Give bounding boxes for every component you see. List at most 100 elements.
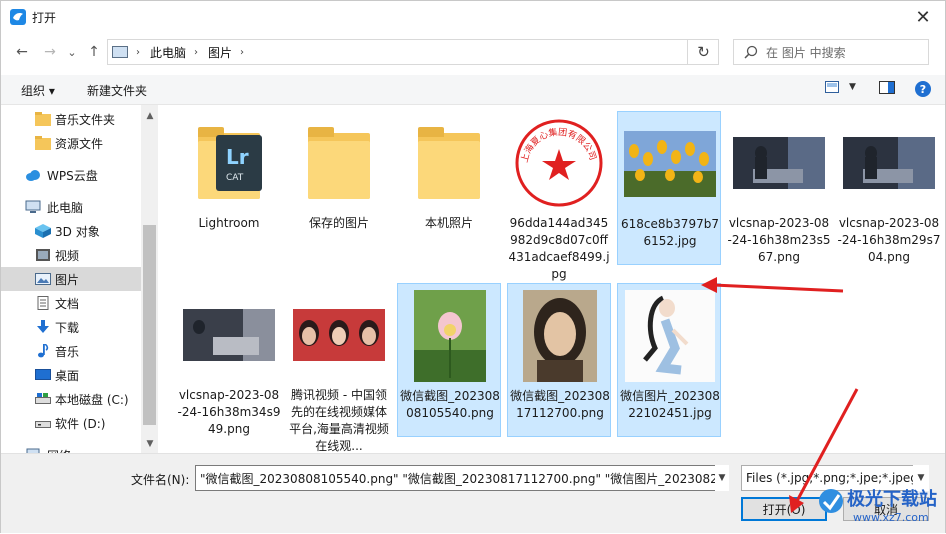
file-item-stamp-image[interactable]: 上海夏心集团有限公司 96dda144ad345982d9c8d07c0ff43… [507, 111, 611, 281]
new-folder-button[interactable]: 新建文件夹 [87, 82, 147, 99]
sidebar-item-desktop[interactable]: 桌面 [1, 363, 141, 387]
sidebar-item-label: 文档 [55, 296, 80, 311]
file-item-vlcsnap-3[interactable]: vlcsnap-2023-08-24-16h38m34s949.png [177, 283, 281, 437]
breadcrumb-pictures[interactable]: 图片 [208, 44, 232, 61]
file-item-tencent-video[interactable]: 腾讯视频 - 中国领先的在线视频媒体平台,海量高清视频在线观... [287, 283, 391, 453]
filename-value: "微信截图_20230808105540.png" "微信截图_20230817… [200, 471, 729, 486]
folder-icon [35, 112, 51, 126]
filename-dropdown-icon[interactable]: ▼ [715, 465, 729, 491]
breadcrumb-this-pc[interactable]: 此电脑 [150, 44, 186, 61]
sidebar-item-music[interactable]: 音乐 [1, 339, 141, 363]
sidebar-item-resource-files[interactable]: 资源文件 [1, 131, 141, 155]
navigation-pane: 音乐文件夹 资源文件 WPS云盘 此电脑 3D 对象 视频 图片 文档 下载 音… [1, 105, 159, 453]
image-thumbnail [839, 115, 939, 211]
desktop-icon [35, 369, 51, 380]
chevron-right-icon: › [194, 46, 199, 58]
file-item-tulips[interactable]: 618ce8b3797b76152.jpg [617, 111, 721, 265]
sidebar-item-label: 资源文件 [55, 136, 104, 151]
video-frame-image [843, 137, 935, 189]
drive-icon [35, 393, 51, 404]
sidebar-item-label: 下载 [55, 320, 80, 335]
search-placeholder: 在 图片 中搜索 [766, 45, 846, 60]
organize-menu[interactable]: 组织 ▾ [21, 82, 55, 99]
scroll-down-arrow-icon[interactable]: ▼ [144, 437, 156, 451]
folder-thumbnail [289, 115, 389, 211]
view-options-button[interactable]: ▼ [825, 81, 856, 93]
sidebar-item-this-pc[interactable]: 此电脑 [1, 195, 141, 219]
image-thumbnail [620, 288, 720, 384]
file-name: 微信截图_20230808105540.png [400, 389, 500, 420]
view-icon [825, 81, 839, 93]
tulips-image [624, 131, 716, 197]
video-icon [36, 249, 50, 261]
preview-pane-icon [879, 81, 895, 94]
open-file-dialog: 打开 ✕ ← → ⌄ ↑ › 此电脑 › 图片 › ↻ 在 图片 中搜索 组织 … [0, 0, 946, 533]
sidebar-item-label: 音乐文件夹 [55, 112, 116, 127]
file-item-camera-roll[interactable]: 本机照片 [397, 111, 501, 265]
video-frame-image [293, 309, 385, 361]
sidebar-item-label: 本地磁盘 (C:) [55, 392, 129, 407]
music-icon [38, 344, 49, 358]
file-item-vlcsnap-1[interactable]: vlcsnap-2023-08-24-16h38m23s567.png [727, 111, 831, 265]
sidebar-item-pictures[interactable]: 图片 [1, 267, 141, 291]
image-thumbnail [289, 287, 389, 383]
command-toolbar: 组织 ▾ 新建文件夹 ▼ ? [1, 75, 945, 105]
sidebar-item-label: 此电脑 [47, 200, 84, 215]
sidebar-item-wps-cloud[interactable]: WPS云盘 [1, 163, 141, 187]
chevron-right-icon: › [240, 46, 245, 58]
lotus-image [414, 290, 486, 382]
filename-input[interactable]: "微信截图_20230808105540.png" "微信截图_20230817… [195, 465, 729, 491]
sidebar-item-downloads[interactable]: 下载 [1, 315, 141, 339]
back-button[interactable]: ← [11, 41, 33, 63]
sidebar-item-label: 软件 (D:) [55, 416, 106, 431]
scrollbar-thumb[interactable] [143, 225, 156, 425]
sidebar-item-documents[interactable]: 文档 [1, 291, 141, 315]
sidebar-item-music-folder[interactable]: 音乐文件夹 [1, 107, 141, 131]
file-name: Lightroom [198, 216, 260, 230]
app-bird-icon [10, 9, 26, 25]
preview-pane-button[interactable] [879, 81, 895, 94]
open-button[interactable]: 打开(O) [741, 497, 827, 521]
close-button[interactable]: ✕ [909, 5, 937, 29]
folder-icon [308, 127, 370, 199]
address-bar[interactable]: › 此电脑 › 图片 › [107, 39, 719, 65]
image-thumbnail [400, 288, 500, 384]
sidebar-item-drive-c[interactable]: 本地磁盘 (C:) [1, 387, 141, 411]
window-title: 打开 [32, 10, 57, 25]
up-button[interactable]: ↑ [83, 41, 105, 63]
filetype-dropdown-icon[interactable]: ▼ [913, 465, 929, 491]
sidebar-item-videos[interactable]: 视频 [1, 243, 141, 267]
document-icon [37, 296, 49, 310]
navigation-bar: ← → ⌄ ↑ › 此电脑 › 图片 › ↻ 在 图片 中搜索 [1, 37, 945, 67]
file-item-lightroom[interactable]: Lr CAT Lightroom [177, 111, 281, 265]
file-item-wechat-screenshot-1[interactable]: 微信截图_20230808105540.png [397, 283, 501, 437]
file-item-wechat-image[interactable]: 微信图片_20230822102451.jpg [617, 283, 721, 437]
recent-locations-button[interactable]: ⌄ [61, 41, 83, 63]
lightroom-icon-text: Lr [226, 145, 249, 169]
dialog-footer: 文件名(N): "微信截图_20230808105540.png" "微信截图_… [1, 453, 945, 533]
file-name: 微信截图_20230817112700.png [510, 389, 610, 420]
cancel-button[interactable]: 取消 [843, 497, 929, 521]
sidebar-item-drive-d[interactable]: 软件 (D:) [1, 411, 141, 435]
sketch-image [625, 290, 715, 382]
refresh-button[interactable]: ↻ [687, 39, 719, 65]
scroll-up-arrow-icon[interactable]: ▲ [144, 109, 156, 123]
file-item-wechat-screenshot-2[interactable]: 微信截图_20230817112700.png [507, 283, 611, 437]
portrait-image [523, 290, 597, 382]
file-item-saved-pictures[interactable]: 保存的图片 [287, 111, 391, 265]
search-box[interactable]: 在 图片 中搜索 [733, 39, 929, 65]
sidebar-item-3d-objects[interactable]: 3D 对象 [1, 219, 141, 243]
file-name: vlcsnap-2023-08-24-16h38m29s704.png [837, 216, 941, 264]
file-item-vlcsnap-2[interactable]: vlcsnap-2023-08-24-16h38m29s704.png [837, 111, 941, 265]
forward-button[interactable]: → [39, 41, 61, 63]
sidebar-item-network[interactable]: 网络 [1, 443, 141, 453]
chevron-right-icon: › [136, 46, 140, 58]
help-icon[interactable]: ? [915, 81, 931, 97]
filetype-select[interactable]: Files (*.jpg;*.png;*.jpe;*.jpeg; [741, 465, 929, 491]
title-bar: 打开 ✕ [1, 1, 945, 33]
sidebar-scrollbar[interactable]: ▲ ▼ [141, 105, 158, 453]
lightroom-icon: Lr CAT [216, 135, 262, 191]
sidebar-item-label: WPS云盘 [47, 168, 98, 183]
file-name: vlcsnap-2023-08-24-16h38m34s949.png [177, 388, 281, 436]
search-icon [744, 45, 758, 59]
